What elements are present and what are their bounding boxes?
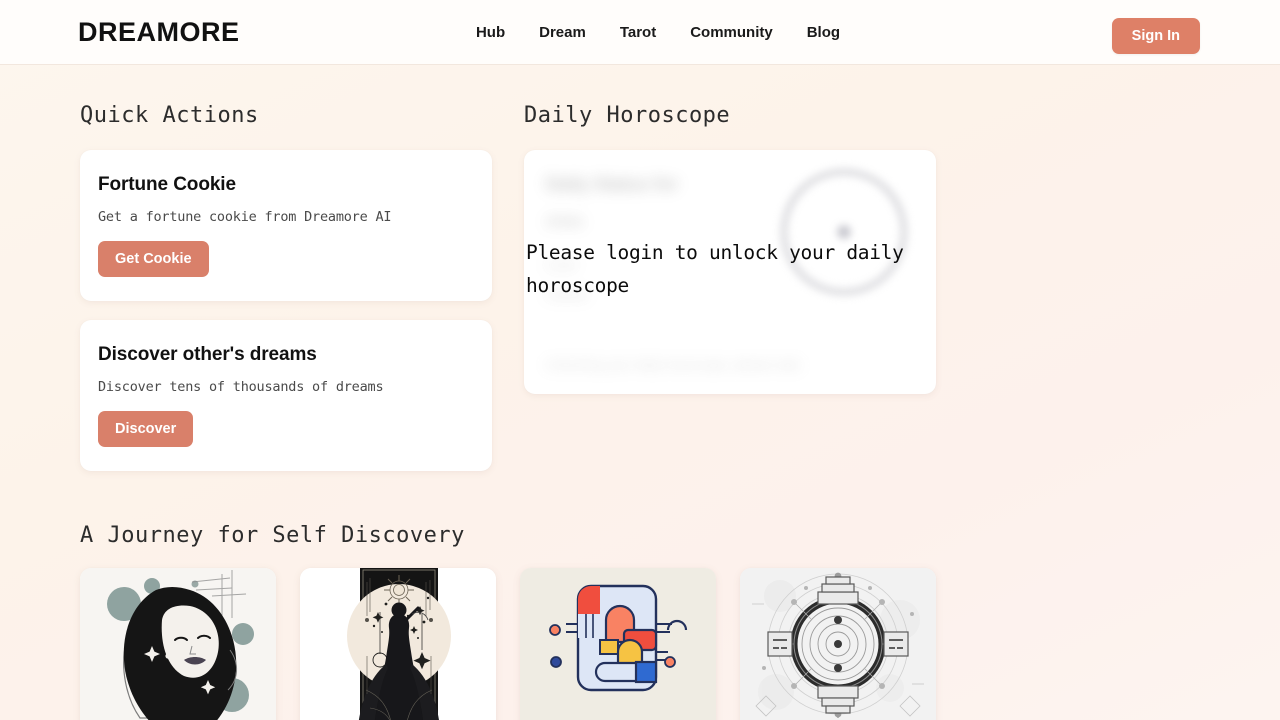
tarot-card-icon [300,568,496,720]
journey-card-dream-interpretation[interactable]: Dream Interpretation [80,568,276,720]
journey-section: A Journey for Self Discovery [80,523,1200,720]
journey-card-bagua[interactable]: 八卦·命理 [740,568,936,720]
horoscope-login-message: Please login to unlock your daily horosc… [526,241,904,297]
nav-item-hub[interactable]: Hub [476,24,505,41]
nav-item-community[interactable]: Community [690,24,773,41]
bagua-thumbnail [740,568,936,720]
horoscope-panel[interactable]: Daily Status for Aries Love Career Unloc… [524,150,936,394]
top-section: Quick Actions Fortune Cookie Get a fortu… [80,65,1200,490]
abstract-shapes-icon [520,568,716,720]
page-content: Quick Actions Fortune Cookie Get a fortu… [0,65,1280,720]
woman-dreaming-icon [80,568,276,720]
nav-item-blog[interactable]: Blog [807,24,840,41]
mbti-thumbnail [520,568,716,720]
journey-title: A Journey for Self Discovery [80,523,465,548]
brand-logo[interactable]: DREAMORE [78,17,240,48]
horoscope-title: Daily Horoscope [524,103,731,128]
discover-dreams-description: Discover tens of thousands of dreams [98,379,384,395]
nav-item-dream[interactable]: Dream [539,24,586,41]
get-cookie-button[interactable]: Get Cookie [98,241,209,277]
main-navigation: Hub Dream Tarot Community Blog [440,24,840,41]
discover-button[interactable]: Discover [98,411,194,447]
discover-dreams-card: Discover other's dreams Discover tens of… [80,320,492,471]
discover-dreams-title: Discover other's dreams [98,344,317,365]
locked-footer: Unlocking your daily horoscope, please w… [546,357,803,372]
site-header: DREAMORE Hub Dream Tarot Community Blog … [0,0,1280,65]
quick-actions-column: Quick Actions Fortune Cookie Get a fortu… [80,103,492,490]
fortune-cookie-description: Get a fortune cookie from Dreamore AI [98,209,392,225]
journey-card-grid: Dream Interpretation [80,568,1200,720]
dream-interpretation-thumbnail [80,568,276,720]
nav-item-tarot[interactable]: Tarot [620,24,656,41]
journey-card-mbti-tests[interactable]: MBTI Tests [520,568,716,720]
tarot-thumbnail [300,568,496,720]
quick-actions-title: Quick Actions [80,103,259,128]
fortune-cookie-card: Fortune Cookie Get a fortune cookie from… [80,150,492,301]
fortune-cookie-title: Fortune Cookie [98,174,236,195]
journey-card-tarot[interactable]: Tarot [300,568,496,720]
bagua-mandala-icon [740,568,936,720]
sign-in-button[interactable]: Sign In [1111,18,1200,54]
horoscope-column: Daily Horoscope Daily Status for Aries L… [524,103,936,490]
